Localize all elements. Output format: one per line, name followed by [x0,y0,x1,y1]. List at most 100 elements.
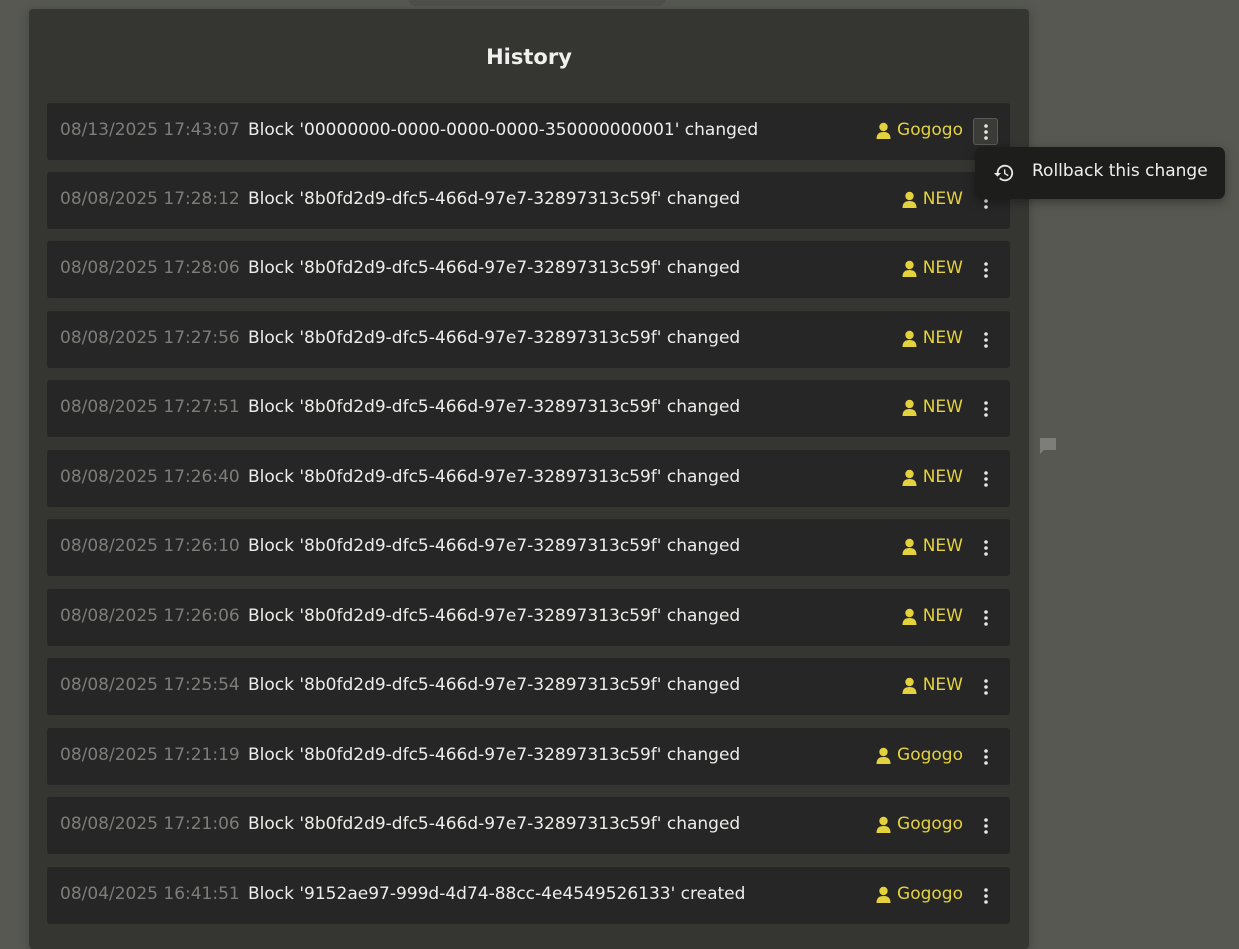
person-icon [876,122,891,139]
person-icon [876,747,891,764]
history-row: 08/08/2025 17:21:06 Block '8b0fd2d9-dfc5… [47,797,1010,854]
row-message: Block '8b0fd2d9-dfc5-466d-97e7-32897313c… [248,814,741,834]
more-options-button[interactable] [973,395,998,422]
row-user: Gogogo [876,120,963,140]
more-options-button[interactable] [973,534,998,561]
row-message: Block '00000000-0000-0000-0000-350000000… [248,120,759,140]
history-icon [993,164,1014,182]
row-timestamp: 08/08/2025 17:27:56 [60,328,240,348]
row-user-name: NEW [922,536,963,556]
row-user: NEW [902,536,963,556]
row-timestamp: 08/08/2025 17:28:12 [60,189,240,209]
person-icon [876,886,891,903]
row-user: NEW [902,189,963,209]
row-user: NEW [902,606,963,626]
row-user-name: Gogogo [897,884,963,904]
history-row: 08/08/2025 17:21:19 Block '8b0fd2d9-dfc5… [47,728,1010,785]
row-user-name: NEW [922,258,963,278]
row-message: Block '8b0fd2d9-dfc5-466d-97e7-32897313c… [248,189,741,209]
row-message: Block '8b0fd2d9-dfc5-466d-97e7-32897313c… [248,536,741,556]
more-vertical-icon [983,470,988,487]
row-user: Gogogo [876,814,963,834]
row-timestamp: 08/08/2025 17:26:06 [60,606,240,626]
history-row: 08/08/2025 17:27:51 Block '8b0fd2d9-dfc5… [47,380,1010,437]
row-timestamp: 08/08/2025 17:27:51 [60,397,240,417]
more-options-button[interactable] [973,326,998,353]
history-panel: History 08/13/2025 17:43:07 Block '00000… [29,9,1029,949]
row-timestamp: 08/13/2025 17:43:07 [60,120,240,140]
row-user-name: Gogogo [897,814,963,834]
row-user: Gogogo [876,884,963,904]
row-user: NEW [902,397,963,417]
row-user-name: NEW [922,467,963,487]
history-row: 08/04/2025 16:41:51 Block '9152ae97-999d… [47,867,1010,924]
row-user-name: NEW [922,606,963,626]
more-vertical-icon [983,539,988,556]
row-user: NEW [902,467,963,487]
row-user-name: Gogogo [897,120,963,140]
rollback-menu-item[interactable]: Rollback this change [975,147,1225,199]
more-options-button[interactable] [973,812,998,839]
more-options-button[interactable] [973,118,998,145]
row-timestamp: 08/08/2025 17:28:06 [60,258,240,278]
row-message: Block '8b0fd2d9-dfc5-466d-97e7-32897313c… [248,397,741,417]
row-user: Gogogo [876,745,963,765]
row-timestamp: 08/08/2025 17:26:40 [60,467,240,487]
person-icon [902,608,917,625]
more-vertical-icon [983,609,988,626]
history-row: 08/08/2025 17:26:06 Block '8b0fd2d9-dfc5… [47,589,1010,646]
row-context-menu: Rollback this change [975,147,1225,199]
row-message: Block '8b0fd2d9-dfc5-466d-97e7-32897313c… [248,606,741,626]
more-options-button[interactable] [973,743,998,770]
more-vertical-icon [983,261,988,278]
row-user-name: NEW [922,189,963,209]
row-message: Block '8b0fd2d9-dfc5-466d-97e7-32897313c… [248,258,741,278]
row-user-name: NEW [922,397,963,417]
more-options-button[interactable] [973,673,998,700]
history-row: 08/08/2025 17:28:06 Block '8b0fd2d9-dfc5… [47,241,1010,298]
person-icon [902,538,917,555]
row-timestamp: 08/08/2025 17:25:54 [60,675,240,695]
row-message: Block '8b0fd2d9-dfc5-466d-97e7-32897313c… [248,675,741,695]
more-options-button[interactable] [973,465,998,492]
row-timestamp: 08/08/2025 17:26:10 [60,536,240,556]
more-vertical-icon [983,678,988,695]
panel-title: History [486,45,572,69]
history-row: 08/08/2025 17:27:56 Block '8b0fd2d9-dfc5… [47,311,1010,368]
more-vertical-icon [983,400,988,417]
more-options-button[interactable] [973,256,998,283]
row-user: NEW [902,258,963,278]
history-row: 08/08/2025 17:28:12 Block '8b0fd2d9-dfc5… [47,172,1010,229]
more-vertical-icon [983,887,988,904]
history-row: 08/08/2025 17:25:54 Block '8b0fd2d9-dfc5… [47,658,1010,715]
row-user: NEW [902,328,963,348]
more-vertical-icon [983,817,988,834]
person-icon [902,191,917,208]
row-user-name: NEW [922,675,963,695]
more-vertical-icon [983,123,988,140]
more-options-button[interactable] [973,882,998,909]
more-vertical-icon [983,748,988,765]
history-row: 08/13/2025 17:43:07 Block '00000000-0000… [47,103,1010,160]
row-timestamp: 08/08/2025 17:21:06 [60,814,240,834]
more-vertical-icon [983,331,988,348]
history-row: 08/08/2025 17:26:40 Block '8b0fd2d9-dfc5… [47,450,1010,507]
person-icon [902,330,917,347]
row-timestamp: 08/04/2025 16:41:51 [60,884,240,904]
person-icon [902,677,917,694]
comment-icon[interactable] [1039,437,1057,455]
more-options-button[interactable] [973,604,998,631]
row-message: Block '8b0fd2d9-dfc5-466d-97e7-32897313c… [248,745,741,765]
person-icon [876,816,891,833]
row-user-name: NEW [922,328,963,348]
row-message: Block '8b0fd2d9-dfc5-466d-97e7-32897313c… [248,467,741,487]
history-row: 08/08/2025 17:26:10 Block '8b0fd2d9-dfc5… [47,519,1010,576]
row-message: Block '8b0fd2d9-dfc5-466d-97e7-32897313c… [248,328,741,348]
rollback-label: Rollback this change [1032,161,1208,181]
person-icon [902,399,917,416]
row-timestamp: 08/08/2025 17:21:19 [60,745,240,765]
person-icon [902,260,917,277]
top-tab-strip [408,0,666,6]
person-icon [902,469,917,486]
row-user: NEW [902,675,963,695]
